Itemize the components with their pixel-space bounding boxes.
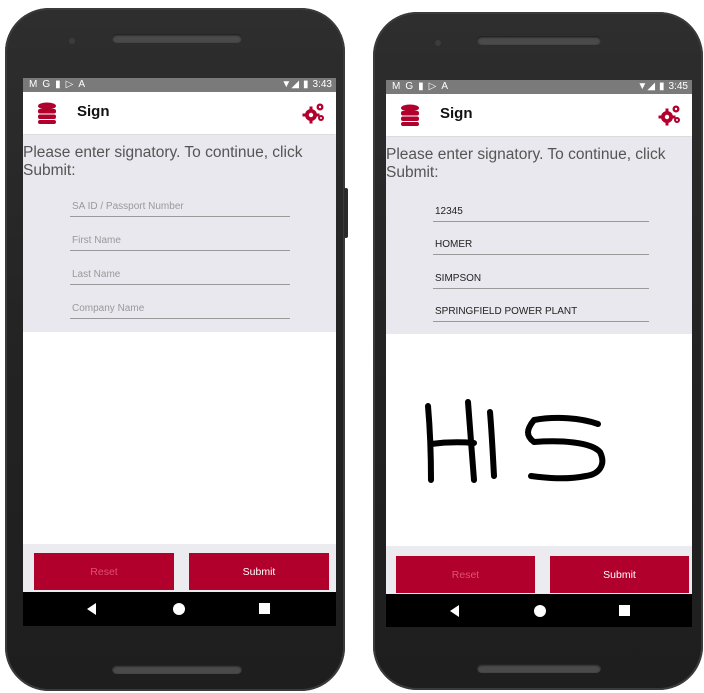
company-field[interactable]: SPRINGFIELD POWER PLANT (433, 301, 649, 322)
id-field[interactable]: SA ID / Passport Number (70, 196, 290, 217)
gears-icon[interactable] (302, 102, 326, 124)
instruction-text: Please enter signatory. To continue, cli… (386, 146, 666, 181)
wifi-icon: ▼◢ (281, 79, 300, 90)
back-icon[interactable] (450, 605, 459, 617)
id-field[interactable]: 12345 (433, 201, 649, 222)
signature-canvas[interactable] (386, 334, 692, 546)
front-camera (69, 38, 75, 44)
bottom-speaker (112, 665, 242, 674)
gmail-icon: M (392, 81, 401, 92)
first-name-field[interactable]: HOMER (433, 234, 649, 255)
home-icon[interactable] (173, 603, 185, 615)
play-icon: ▷ (428, 81, 437, 92)
phone-right: M G ▮ ▷ A ▼◢ ▮ 3:45 Sign Please enter si… (373, 12, 703, 690)
signature-canvas[interactable] (23, 332, 336, 544)
top-speaker (112, 34, 242, 43)
signatory-form: Please enter signatory. To continue, cli… (23, 135, 336, 332)
page-title: Sign (77, 103, 110, 120)
top-speaker (477, 36, 601, 45)
app-bar: Sign (386, 94, 692, 136)
submit-button[interactable]: Submit (550, 556, 689, 593)
page-title: Sign (440, 105, 473, 122)
action-bar: Reset Submit (386, 546, 692, 594)
play-icon: ▷ (65, 79, 74, 90)
font-icon: A (441, 81, 449, 92)
power-button (344, 188, 348, 238)
instruction-text: Please enter signatory. To continue, cli… (23, 144, 303, 179)
clock: 3:43 (312, 79, 332, 90)
status-bar: M G ▮ ▷ A ▼◢ ▮ 3:45 (386, 80, 692, 94)
signatory-form: Please enter signatory. To continue, cli… (386, 137, 692, 334)
battery-icon: ▮ (659, 81, 665, 92)
recent-apps-icon[interactable] (259, 603, 270, 614)
google-icon: G (42, 79, 51, 90)
database-icon (38, 102, 56, 124)
gmail-icon: M (29, 79, 38, 90)
screen-right: M G ▮ ▷ A ▼◢ ▮ 3:45 Sign Please enter si… (386, 80, 692, 627)
submit-button[interactable]: Submit (189, 553, 329, 590)
action-bar: Reset Submit (23, 544, 336, 592)
home-icon[interactable] (534, 605, 546, 617)
gears-icon[interactable] (658, 104, 682, 126)
last-name-field[interactable]: SIMPSON (433, 268, 649, 289)
wifi-icon: ▼◢ (637, 81, 656, 92)
first-name-field[interactable]: First Name (70, 230, 290, 251)
database-icon (401, 104, 419, 126)
google-icon: G (405, 81, 414, 92)
recent-apps-icon[interactable] (619, 605, 630, 616)
nav-bar (23, 592, 336, 626)
nav-bar (386, 594, 692, 627)
signature-drawing (425, 399, 606, 483)
clock: 3:45 (668, 81, 688, 92)
bottom-speaker (477, 664, 601, 673)
back-icon[interactable] (87, 603, 96, 615)
battery-icon: ▮ (303, 79, 309, 90)
status-bar: M G ▮ ▷ A ▼◢ ▮ 3:43 (23, 78, 336, 92)
last-name-field[interactable]: Last Name (70, 264, 290, 285)
app-bar: Sign (23, 92, 336, 134)
phone-left: M G ▮ ▷ A ▼◢ ▮ 3:43 Sign Please enter si… (5, 8, 348, 691)
sd-card-icon: ▮ (418, 81, 424, 92)
company-field[interactable]: Company Name (70, 298, 290, 319)
font-icon: A (78, 79, 86, 90)
screen-left: M G ▮ ▷ A ▼◢ ▮ 3:43 Sign Please enter si… (23, 78, 336, 626)
reset-button[interactable]: Reset (396, 556, 535, 593)
reset-button[interactable]: Reset (34, 553, 174, 590)
front-camera (435, 40, 441, 46)
sd-card-icon: ▮ (55, 79, 61, 90)
